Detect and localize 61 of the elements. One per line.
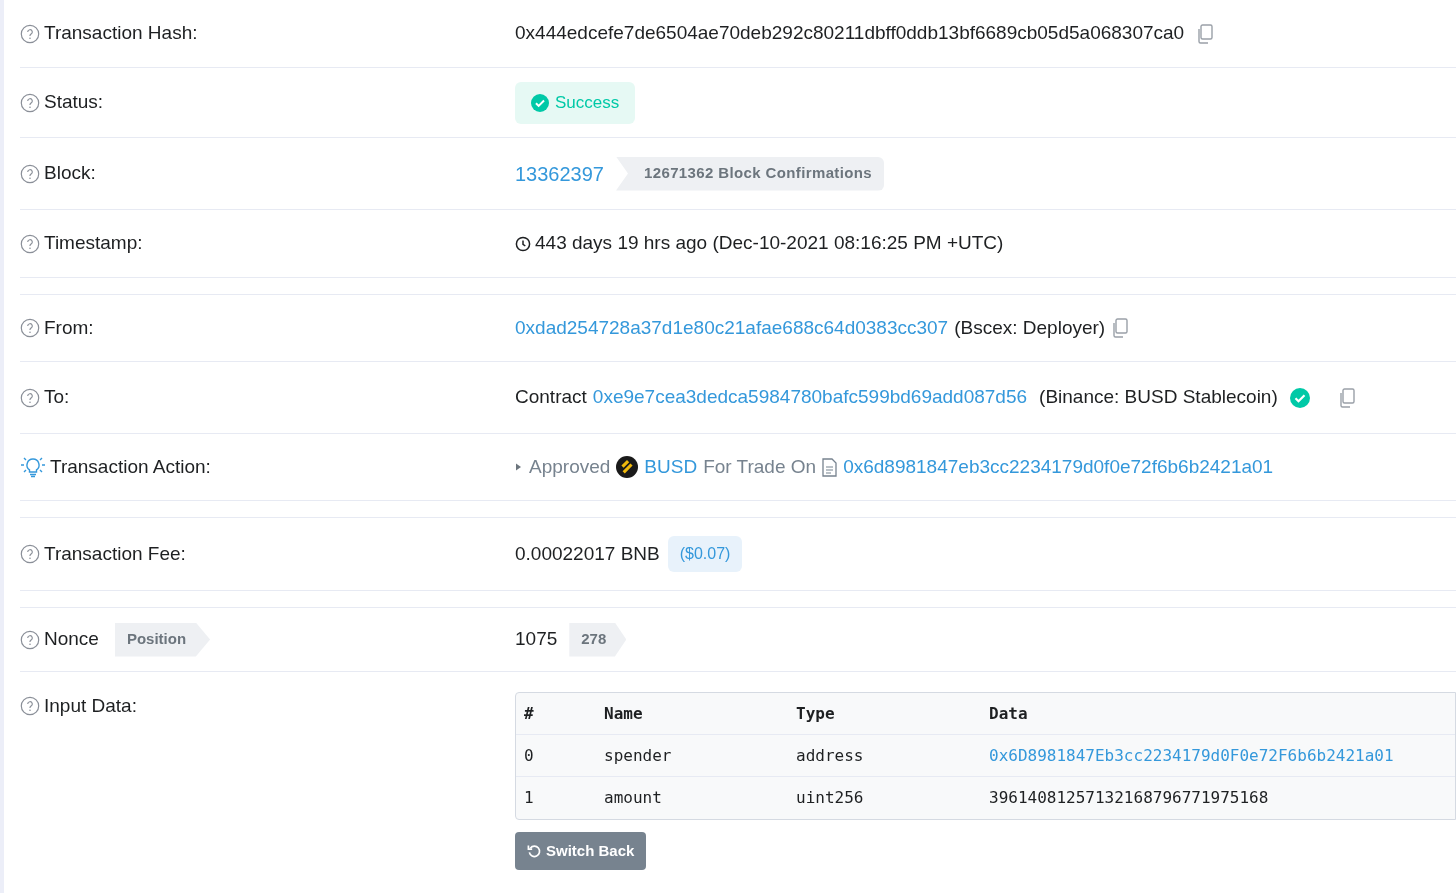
address-tag: (Bscex: Deployer) xyxy=(954,313,1106,343)
help-icon xyxy=(20,387,40,408)
usd-value-badge: ($0.07) xyxy=(667,536,743,572)
address-link[interactable]: 0xe9e7cea3dedca5984780bafc599bd69add087d56 xyxy=(592,383,1028,412)
lightbulb-icon xyxy=(20,455,46,479)
field-label: Transaction Action: xyxy=(50,454,211,479)
field-label: Timestamp: xyxy=(44,231,143,256)
field-label: To: xyxy=(44,385,70,410)
field-label: Transaction Fee: xyxy=(44,541,186,566)
nonce-value: 1075 xyxy=(515,627,558,652)
table-cell-text: amount xyxy=(603,787,663,809)
field-label: Nonce xyxy=(44,627,99,652)
field-label: From: xyxy=(44,315,94,340)
timestamp-text: 443 days 19 hrs ago (Dec-10-2021 08:16:25 PM +UTC) xyxy=(535,231,1004,256)
address-tag: (Binance: BUSD Stablecoin) xyxy=(1039,383,1278,412)
help-icon xyxy=(20,23,40,44)
document-icon xyxy=(822,457,838,477)
help-icon xyxy=(20,233,40,254)
table-cell-text: 39614081257132168796771975168 xyxy=(988,787,1270,809)
token-logo-icon xyxy=(616,456,639,478)
table-cell-text: address xyxy=(795,744,865,767)
switch-back-button[interactable]: Switch Back xyxy=(515,832,647,870)
field-label: Block: xyxy=(44,161,96,186)
help-icon xyxy=(20,696,40,717)
clock-icon xyxy=(515,235,531,252)
table-cell-text: spender xyxy=(603,744,673,767)
transaction-hash: 0x444edcefe7de6504ae70deb292c80211dbff0ddb13bf6689cb05d5a068307ca0 xyxy=(515,21,1185,46)
token-link[interactable]: BUSD xyxy=(644,452,698,482)
position-badge: 278 xyxy=(569,622,627,657)
check-circle-icon xyxy=(531,93,549,112)
rotate-arrow-icon xyxy=(527,843,542,859)
field-label: Status: xyxy=(44,90,104,115)
table-cell-text: 1 xyxy=(523,787,535,809)
contract-label: Contract xyxy=(515,385,587,410)
action-text: For Trade On xyxy=(703,454,817,479)
block-link[interactable]: 13362397 xyxy=(515,158,604,189)
column-header: # xyxy=(523,702,535,725)
copy-icon[interactable] xyxy=(1111,318,1130,338)
help-icon xyxy=(20,92,40,113)
action-verb: Approved xyxy=(529,454,611,479)
confirmations-badge: 12671362 Block Confirmations xyxy=(616,156,885,191)
field-label: Transaction Hash: xyxy=(44,21,198,46)
copy-icon[interactable] xyxy=(1196,23,1215,44)
help-icon xyxy=(20,629,40,650)
copy-icon[interactable] xyxy=(1337,387,1356,408)
status-badge: Success xyxy=(515,81,636,124)
caret-icon[interactable] xyxy=(515,462,523,472)
field-label: Input Data: xyxy=(44,694,137,718)
help-icon xyxy=(20,544,40,564)
column-header: Name xyxy=(603,702,644,725)
position-label: Position xyxy=(114,622,211,657)
fee-amount: 0.00022017 BNB xyxy=(515,541,660,566)
address-link[interactable]: 0x6d8981847eb3cc2234179d0f0e72f6b6b2421a01 xyxy=(843,452,1274,482)
table-cell-text: 0x6D8981847Eb3cc2234179d0F0e72F6b6b2421a01 xyxy=(988,744,1395,767)
table-cell-text: uint256 xyxy=(795,787,865,809)
column-header: Data xyxy=(988,702,1029,725)
help-icon xyxy=(20,318,40,338)
address-link[interactable]: 0xdad254728a37d1e80c21afae688c64d0383cc307 xyxy=(515,313,949,343)
table-cell-text: 0 xyxy=(523,744,535,767)
column-header: Type xyxy=(795,702,836,725)
help-icon xyxy=(20,163,40,184)
